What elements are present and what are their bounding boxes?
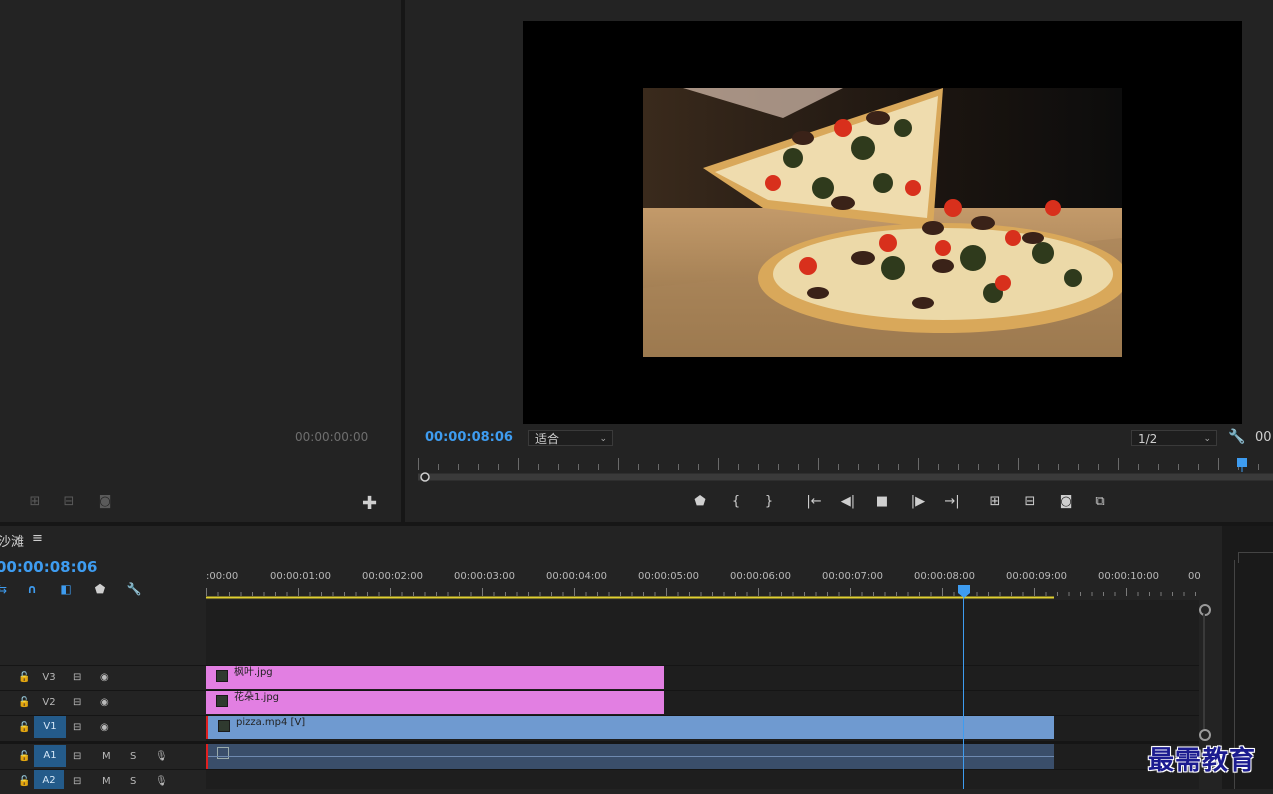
lock-icon[interactable]: 🔓: [18, 745, 30, 769]
resolution-dropdown[interactable]: 1/2 ⌄: [1131, 430, 1217, 446]
timeline-timecode[interactable]: 00:00:08:06: [0, 558, 98, 576]
clip-fx-icon: [216, 695, 228, 707]
lock-icon[interactable]: 🔓: [18, 666, 30, 690]
clip-fx-icon: [216, 670, 228, 682]
clip-flower[interactable]: 花朵1.jpg: [206, 691, 664, 714]
add-marker-icon[interactable]: ⬟: [92, 582, 108, 596]
ruler-label: 00:00:05:00: [638, 571, 700, 582]
solo-button[interactable]: S: [130, 770, 136, 794]
ruler-label: 00:00:06:00: [730, 571, 792, 582]
panel-menu-icon[interactable]: ≡: [32, 531, 43, 546]
mute-button[interactable]: M: [102, 745, 111, 769]
stop-icon[interactable]: ■: [873, 493, 891, 511]
clip-pizza-audio[interactable]: [206, 744, 1054, 769]
step-forward-icon[interactable]: |▶: [909, 493, 927, 511]
resolution-label: 1/2: [1138, 432, 1158, 446]
track-target-v3[interactable]: V3: [34, 666, 64, 690]
nest-toggle-icon[interactable]: ⇆: [0, 582, 10, 596]
sequence-tab[interactable]: 沙滩: [0, 531, 24, 550]
extract-icon[interactable]: ⊟: [1021, 493, 1039, 511]
program-time-ruler[interactable]: [418, 456, 1273, 482]
ruler-label: 00:00:09:00: [1006, 571, 1068, 582]
insert-icon[interactable]: ⊞: [25, 494, 45, 510]
clip-pizza-video[interactable]: pizza.mp4 [V]: [206, 716, 1054, 739]
eye-icon[interactable]: ◉: [100, 691, 109, 715]
timeline-ruler-ticks[interactable]: [206, 585, 1199, 600]
sync-lock-icon[interactable]: ⊟: [73, 666, 81, 690]
ruler-label: 00:00:10:00: [1098, 571, 1160, 582]
clip-maple-leaf[interactable]: 枫叶.jpg: [206, 666, 664, 689]
camera-icon[interactable]: ◙: [95, 494, 115, 510]
clip-label: pizza.mp4 [V]: [236, 717, 306, 728]
ruler-label: 00:00:03:00: [454, 571, 516, 582]
pizza-video-frame: [643, 88, 1122, 357]
microphone-icon[interactable]: 🎙: [155, 770, 168, 794]
overwrite-icon[interactable]: ⊟: [59, 494, 79, 510]
sync-lock-icon[interactable]: ⊟: [73, 691, 81, 715]
playhead-line[interactable]: [963, 598, 964, 789]
chevron-down-icon: ⌄: [1203, 434, 1211, 444]
eye-icon[interactable]: ◉: [100, 666, 109, 690]
snap-magnet-icon[interactable]: ∩: [24, 582, 40, 596]
clip-fx-icon: [218, 720, 230, 732]
clip-fx-icon: [217, 747, 229, 759]
lock-icon[interactable]: 🔓: [18, 770, 30, 794]
track-target-v1[interactable]: V1: [34, 716, 66, 738]
zoom-fit-label: 适合: [535, 432, 560, 446]
microphone-icon[interactable]: 🎙: [155, 745, 168, 769]
zoom-handle[interactable]: [420, 472, 430, 482]
eye-icon[interactable]: ◉: [100, 716, 109, 740]
go-to-in-icon[interactable]: |←: [805, 493, 823, 511]
source-timecode[interactable]: 00:00:00:00: [295, 430, 368, 444]
add-button-icon[interactable]: ✚: [362, 493, 377, 514]
lift-icon[interactable]: ⊞: [986, 493, 1004, 511]
sync-lock-icon[interactable]: ⊟: [73, 716, 81, 740]
ruler-label: 00:00:01:00: [270, 571, 332, 582]
lock-icon[interactable]: 🔓: [18, 691, 30, 715]
ruler-label: 00: [1188, 571, 1201, 582]
track-target-a1[interactable]: A1: [34, 745, 66, 767]
ruler-label: 00:00:08:00: [914, 571, 976, 582]
go-to-out-icon[interactable]: →|: [943, 493, 961, 511]
program-duration: 00: [1255, 430, 1272, 445]
ruler-label: 00:00:02:00: [362, 571, 424, 582]
track-target-a2[interactable]: A2: [34, 770, 64, 789]
linked-selection-icon[interactable]: ◧: [58, 582, 74, 596]
mute-button[interactable]: M: [102, 770, 111, 794]
track-separator: [0, 769, 1199, 770]
scroll-handle-top[interactable]: [1199, 604, 1211, 616]
compare-view-icon[interactable]: ⧉: [1091, 493, 1109, 511]
program-timecode[interactable]: 00:00:08:06: [425, 430, 513, 445]
timeline-settings-wrench-icon[interactable]: 🔧: [126, 582, 142, 596]
playhead-icon[interactable]: [958, 585, 970, 598]
step-back-icon[interactable]: ◀|: [839, 493, 857, 511]
clip-label: 花朵1.jpg: [234, 692, 280, 703]
ruler-label: 00:00:04:00: [546, 571, 608, 582]
ruler-label: :00:00: [206, 571, 239, 582]
playhead-icon[interactable]: [1237, 458, 1247, 467]
mark-out-icon[interactable]: }: [760, 493, 778, 511]
ruler-label: 00:00:07:00: [822, 571, 884, 582]
track-target-v2[interactable]: V2: [34, 691, 64, 715]
wrench-icon[interactable]: 🔧: [1228, 429, 1245, 445]
chevron-down-icon: ⌄: [599, 434, 607, 444]
lock-icon[interactable]: 🔓: [18, 716, 30, 740]
sync-lock-icon[interactable]: ⊟: [73, 770, 81, 794]
zoom-fit-dropdown[interactable]: 适合 ⌄: [528, 430, 613, 446]
export-frame-icon[interactable]: ◙: [1057, 493, 1075, 511]
sync-lock-icon[interactable]: ⊟: [73, 745, 81, 769]
mark-in-icon[interactable]: {: [727, 493, 745, 511]
add-marker-icon[interactable]: ⬟: [691, 493, 709, 511]
clip-label: 枫叶.jpg: [234, 667, 273, 678]
solo-button[interactable]: S: [130, 745, 136, 769]
watermark: 最需教育: [1148, 746, 1257, 776]
